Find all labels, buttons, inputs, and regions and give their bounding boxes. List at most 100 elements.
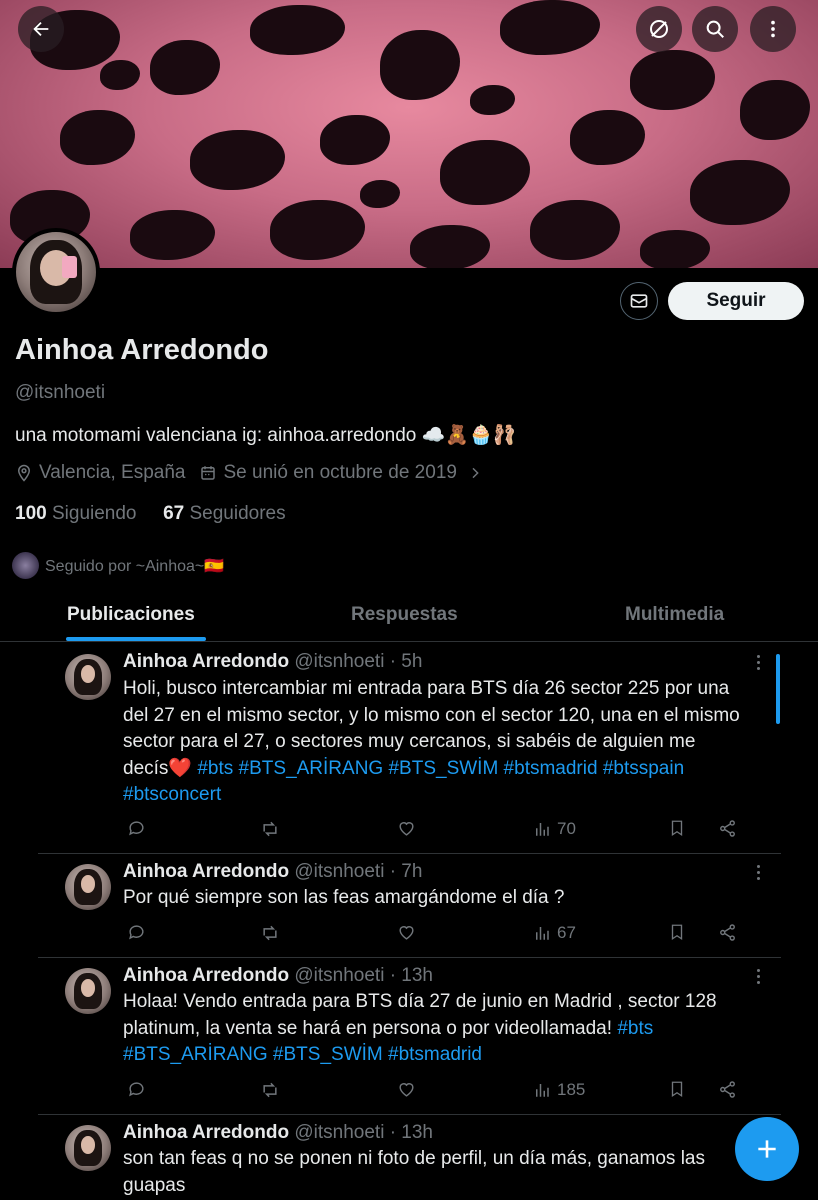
tweet-more-button[interactable] <box>748 860 768 884</box>
reply-icon <box>127 819 146 838</box>
bookmark-icon <box>668 923 686 941</box>
more-options-button[interactable] <box>750 6 796 52</box>
calendar-icon <box>199 464 217 482</box>
tweet-header: Ainhoa Arredondo @itsnhoeti · 13h <box>123 1122 433 1144</box>
tweet[interactable]: Ainhoa Arredondo @itsnhoeti · 13h son ta… <box>0 1115 818 1200</box>
heart-icon <box>397 923 416 942</box>
views-icon <box>533 1081 551 1099</box>
retweet-button[interactable] <box>260 819 280 839</box>
profile-name: Ainhoa Arredondo <box>15 334 269 366</box>
profile-tabs: Publicaciones Respuestas Multimedia <box>0 590 818 642</box>
tweet-avatar[interactable] <box>65 968 111 1014</box>
followers-label: Seguidores <box>189 503 286 524</box>
views-button[interactable]: 70 <box>533 819 576 839</box>
reply-button[interactable] <box>127 1080 146 1099</box>
views-icon <box>533 820 551 838</box>
message-button[interactable] <box>620 282 658 320</box>
tweet-header: Ainhoa Arredondo @itsnhoeti · 13h <box>123 965 433 987</box>
bookmark-button[interactable] <box>668 819 686 837</box>
tweet-more-button[interactable] <box>748 964 768 988</box>
following-count: 100 <box>15 503 47 524</box>
profile-avatar[interactable] <box>12 228 100 316</box>
location-pin-icon <box>15 464 33 482</box>
followed-by[interactable]: Seguido por ~Ainhoa~🇪🇸 <box>12 552 224 579</box>
tweet-avatar[interactable] <box>65 864 111 910</box>
like-button[interactable] <box>397 819 416 838</box>
followers-link[interactable]: 67 Seguidores <box>163 503 286 524</box>
tweet-author-name[interactable]: Ainhoa Arredondo <box>123 1122 289 1143</box>
share-icon <box>718 819 737 838</box>
share-icon <box>718 1080 737 1099</box>
profile-joined[interactable]: Se unió en octubre de 2019 <box>223 462 456 484</box>
grok-icon <box>647 17 671 41</box>
grok-button[interactable] <box>636 6 682 52</box>
tweet-text: Holi, busco intercambiar mi entrada para… <box>123 676 743 809</box>
heart-icon <box>397 1080 416 1099</box>
search-icon <box>704 18 726 40</box>
tab-respuestas[interactable]: Respuestas <box>351 604 458 626</box>
views-button[interactable]: 185 <box>533 1080 585 1100</box>
reply-icon <box>127 923 146 942</box>
follow-button[interactable]: Seguir <box>668 282 804 320</box>
share-button[interactable] <box>718 923 737 942</box>
tweet-body: Por qué siempre son las feas amargándome… <box>123 887 565 908</box>
profile-bio: una motomami valenciana ig: ainhoa.arred… <box>15 425 517 446</box>
like-button[interactable] <box>397 923 416 942</box>
tweet-handle-time: @itsnhoeti · 13h <box>294 1122 433 1143</box>
views-button[interactable]: 67 <box>533 923 576 943</box>
retweet-icon <box>260 819 280 839</box>
tweet-handle-time: @itsnhoeti · 13h <box>294 965 433 986</box>
reply-button[interactable] <box>127 819 146 838</box>
followed-by-text: Seguido por ~Ainhoa~🇪🇸 <box>45 557 225 575</box>
arrow-left-icon <box>30 18 52 40</box>
tweet-hashtags[interactable]: #bts #BTS_ARİRANG #BTS_SWİM #btsmadrid #… <box>123 758 684 806</box>
more-vertical-icon <box>762 18 784 40</box>
heart-icon <box>397 819 416 838</box>
bookmark-icon <box>668 1080 686 1098</box>
tweet-avatar[interactable] <box>65 1125 111 1171</box>
tab-multimedia[interactable]: Multimedia <box>625 604 724 626</box>
views-count: 185 <box>557 1080 586 1099</box>
tweet[interactable]: Ainhoa Arredondo @itsnhoeti · 13h Holaa!… <box>0 958 818 1114</box>
retweet-icon <box>260 1080 280 1100</box>
retweet-icon <box>260 923 280 943</box>
tweet-actions: 185 <box>123 1080 743 1104</box>
chevron-right-icon[interactable] <box>467 465 483 481</box>
share-button[interactable] <box>718 819 737 838</box>
tweet-header: Ainhoa Arredondo @itsnhoeti · 7h <box>123 861 422 883</box>
tweet-text: son tan feas q no se ponen ni foto de pe… <box>123 1146 743 1199</box>
share-icon <box>718 923 737 942</box>
bookmark-button[interactable] <box>668 1080 686 1098</box>
search-button[interactable] <box>692 6 738 52</box>
scrollbar[interactable] <box>776 654 780 724</box>
envelope-icon <box>629 291 649 311</box>
retweet-button[interactable] <box>260 1080 280 1100</box>
tweet[interactable]: Ainhoa Arredondo @itsnhoeti · 5h Holi, b… <box>0 642 818 852</box>
tweet[interactable]: Ainhoa Arredondo @itsnhoeti · 7h Por qué… <box>0 854 818 957</box>
tweet-body: son tan feas q no se ponen ni foto de pe… <box>123 1148 705 1196</box>
bookmark-icon <box>668 819 686 837</box>
profile-handle: @itsnhoeti <box>15 382 106 403</box>
follow-counts: 100 Siguiendo 67 Seguidores <box>15 503 286 525</box>
tweet-author-name[interactable]: Ainhoa Arredondo <box>123 651 289 672</box>
tweet-actions: 70 <box>123 819 743 843</box>
tweet-actions: 67 <box>123 923 743 947</box>
bookmark-button[interactable] <box>668 923 686 941</box>
reply-button[interactable] <box>127 923 146 942</box>
compose-button[interactable] <box>735 1117 799 1181</box>
tweet-author-name[interactable]: Ainhoa Arredondo <box>123 965 289 986</box>
views-count: 70 <box>557 819 576 838</box>
tweet-author-name[interactable]: Ainhoa Arredondo <box>123 861 289 882</box>
retweet-button[interactable] <box>260 923 280 943</box>
tweet-avatar[interactable] <box>65 654 111 700</box>
active-tab-indicator <box>66 637 206 641</box>
following-link[interactable]: 100 Siguiendo <box>15 503 137 524</box>
tweet-handle-time: @itsnhoeti · 7h <box>294 861 423 882</box>
followers-count: 67 <box>163 503 185 524</box>
profile-location: Valencia, España <box>39 462 186 483</box>
tweet-more-button[interactable] <box>748 650 768 674</box>
like-button[interactable] <box>397 1080 416 1099</box>
tab-publicaciones[interactable]: Publicaciones <box>67 604 195 626</box>
back-button[interactable] <box>18 6 64 52</box>
share-button[interactable] <box>718 1080 737 1099</box>
